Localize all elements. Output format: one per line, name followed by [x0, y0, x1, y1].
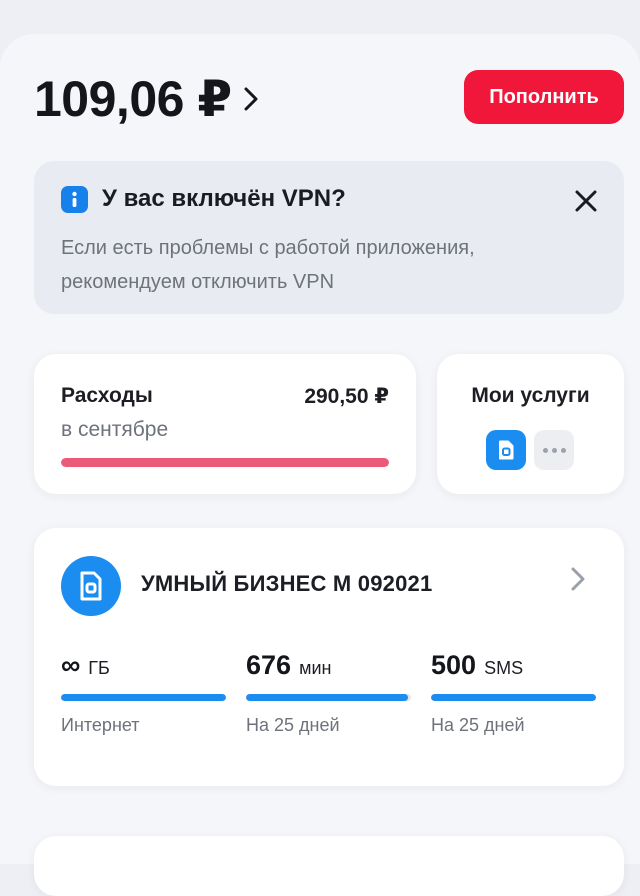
quota-minutes-unit: мин	[299, 658, 332, 678]
quota-minutes-value: 676	[246, 650, 292, 680]
expenses-period: в сентябре	[61, 418, 169, 441]
expenses-title: Расходы	[61, 384, 153, 407]
quota-internet-bar	[61, 694, 226, 701]
vpn-notice-title: У вас включён VPN?	[102, 185, 346, 212]
info-icon	[61, 185, 88, 213]
vpn-notice-text: Если есть проблемы с работой приложения,…	[61, 237, 475, 293]
topup-button[interactable]: Пополнить	[464, 70, 624, 124]
quota-sms-value: 500	[431, 650, 477, 680]
vpn-notice: У вас включён VPN? Если есть проблемы с …	[34, 161, 624, 314]
tariff-name: УМНЫЙ БИЗНЕС М 092021	[141, 571, 433, 596]
more-icon[interactable]	[534, 430, 574, 470]
balance-amount: 109,06 ₽	[34, 71, 232, 127]
quota-sms-label: На 25 дней	[431, 715, 525, 735]
quota-internet: ∞ ГБ Интернет	[61, 650, 226, 736]
sim-icon	[486, 430, 526, 470]
quota-minutes-label: На 25 дней	[246, 715, 340, 735]
close-icon[interactable]	[574, 189, 598, 213]
expenses-progress-fill	[61, 458, 389, 467]
chevron-right-icon[interactable]	[570, 566, 586, 592]
balance-link[interactable]: 109,06 ₽	[34, 70, 260, 128]
vpn-notice-header: У вас включён VPN?	[61, 185, 346, 213]
quota-minutes-bar	[246, 694, 411, 701]
quota-sms-unit: SMS	[484, 658, 524, 678]
expenses-progress-bar	[61, 458, 389, 467]
next-card[interactable]	[34, 836, 624, 896]
quota-internet-unit: ГБ	[88, 658, 110, 678]
quota-minutes: 676 мин На 25 дней	[246, 650, 411, 736]
quota-internet-label: Интернет	[61, 715, 140, 735]
quota-internet-value: ∞	[61, 650, 81, 680]
my-services-title: Мои услуги	[471, 384, 590, 407]
expenses-card[interactable]: Расходы 290,50 ₽ в сентябре	[34, 354, 416, 494]
balance-row: 109,06 ₽ Пополнить	[34, 70, 624, 128]
my-services-icons	[486, 430, 574, 470]
quota-sms: 500 SMS На 25 дней	[431, 650, 596, 736]
main-sheet: 109,06 ₽ Пополнить У вас включён VPN? Ес…	[0, 34, 640, 896]
tariff-card[interactable]: УМНЫЙ БИЗНЕС М 092021 ∞ ГБ Интернет 676 …	[34, 528, 624, 786]
my-services-card[interactable]: Мои услуги	[437, 354, 624, 494]
chevron-right-icon	[244, 87, 258, 111]
sim-card-icon	[61, 556, 121, 616]
quota-sms-bar	[431, 694, 596, 701]
expenses-amount: 290,50 ₽	[304, 385, 389, 408]
